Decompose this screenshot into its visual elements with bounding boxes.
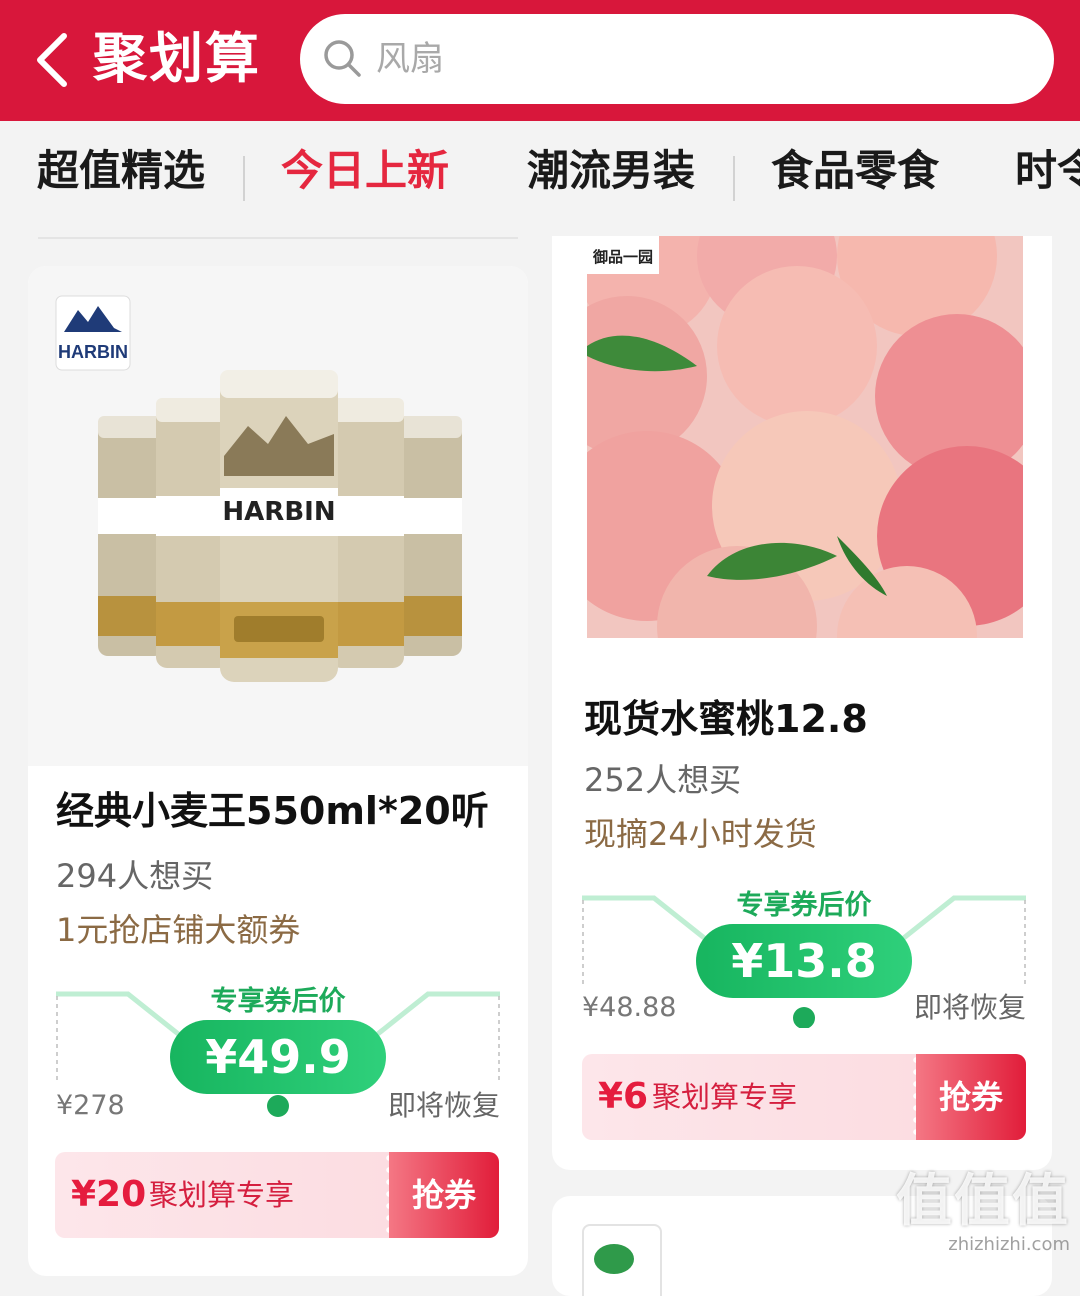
want-count: 294人想买 [56,857,214,895]
coupon-amount: ¥6 [598,1076,649,1117]
divider-line [38,237,518,239]
product-name: 经典小麦王550ml*20听 [56,789,489,833]
search-placeholder: 风扇 [376,39,444,79]
grab-coupon-button[interactable]: 抢券 [389,1152,499,1238]
promo-text: 现摘24小时发货 [584,815,817,853]
tab-super-value[interactable]: 超值精选 [37,143,205,199]
product-card[interactable]: HARBIN HARBIN 经典小麦王550ml*20听 294人想买 1元抢店… [28,266,528,1276]
price-area: 专享券后价 ¥49.9 ¥278 即将恢复 [56,974,500,1124]
svg-text:HARBIN: HARBIN [58,342,128,362]
tab-divider [733,156,735,201]
price-label: 专享券后价 [210,986,346,1017]
brand-logo-icon: HARBIN [55,295,131,371]
tab-new-today[interactable]: 今日上新 [281,143,449,199]
coupon-amount: ¥20 [71,1174,147,1215]
product-name: 现货水蜜桃12.8 [584,697,868,741]
coupon-bar[interactable]: ¥6 聚划算专享 抢券 [582,1054,1026,1140]
product-image: 御品一园 [587,236,1023,638]
search-icon [322,38,362,78]
final-price: ¥13.8 [696,924,912,998]
coupon-bar[interactable]: ¥20 聚划算专享 抢券 [55,1152,499,1238]
final-price: ¥49.9 [170,1020,386,1094]
want-count: 252人想买 [584,761,742,799]
watermark-logo: 值值值 [896,1169,1070,1234]
product-image: HARBIN HARBIN [28,266,528,766]
price-area: 专享券后价 ¥13.8 ¥48.88 即将恢复 [582,878,1026,1028]
watermark-url: zhizhizhi.com [948,1234,1070,1255]
svg-text:HARBIN: HARBIN [222,497,335,527]
brand-logo-icon [582,1224,662,1296]
peaches-image: 御品一园 [587,236,1023,638]
search-input[interactable]: 风扇 [300,14,1054,104]
coupon-label: 聚划算专享 [149,1178,295,1212]
product-card[interactable]: 御品一园 现货水蜜桃12.8 252人想买 现摘24小时发货 专享券后价 ¥13… [552,236,1052,1170]
promo-text: 1元抢店铺大额券 [56,911,301,949]
brand-logo-icon: 御品一园 [592,248,653,266]
restore-text: 即将恢复 [913,991,1026,1024]
original-price: ¥48.88 [582,992,677,1023]
grab-coupon-button[interactable]: 抢券 [916,1054,1026,1140]
coupon-label: 聚划算专享 [652,1080,798,1114]
beer-cans-image: HARBIN HARBIN [55,295,462,682]
tab-mens-fashion[interactable]: 潮流男装 [527,143,695,199]
back-arrow-icon[interactable] [30,30,80,90]
top-header: 聚划算 风扇 [0,0,1080,121]
tab-food-snacks[interactable]: 食品零食 [771,143,939,199]
page-title: 聚划算 [93,27,261,90]
restore-text: 即将恢复 [387,1089,500,1122]
category-tabs: 超值精选 今日上新 潮流男装 食品零食 时令 [0,121,1080,237]
watermark: 值值值 zhizhizhi.com [896,1170,1070,1256]
original-price: ¥278 [56,1090,125,1121]
price-label: 专享券后价 [736,890,872,921]
tab-divider [243,156,245,201]
tab-seasonal[interactable]: 时令 [1015,143,1080,199]
